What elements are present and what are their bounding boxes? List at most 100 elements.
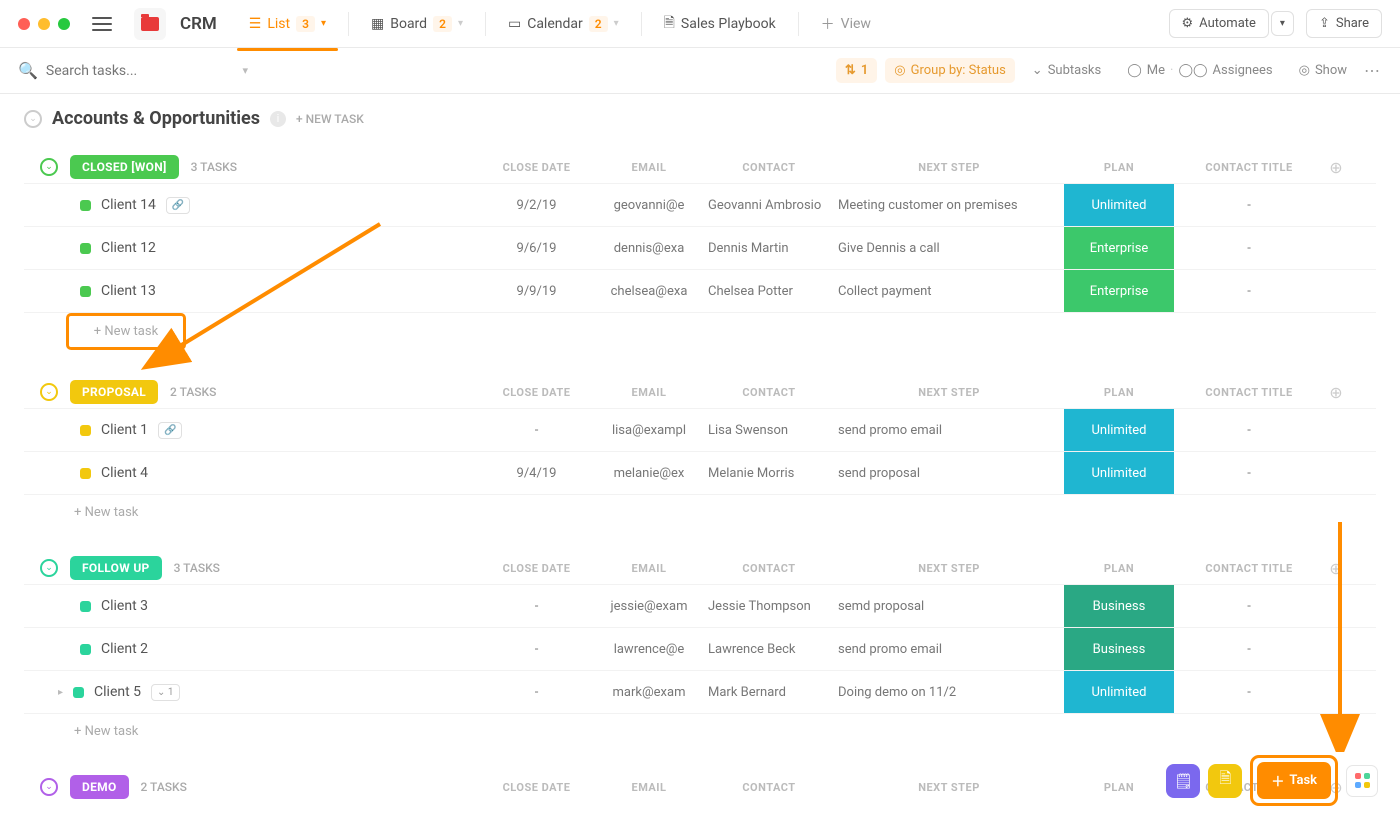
column-header[interactable]: CONTACT TITLE <box>1174 161 1324 174</box>
column-header[interactable]: EMAIL <box>594 781 704 794</box>
create-task-button[interactable]: ＋ Task <box>1257 762 1331 799</box>
cell-contact-title[interactable]: - <box>1174 599 1324 614</box>
new-task-row[interactable]: + New task <box>24 495 1376 526</box>
column-header[interactable]: CONTACT <box>704 562 834 575</box>
plan-tag[interactable]: Unlimited <box>1064 671 1174 713</box>
groupby-button[interactable]: ◎ Group by: Status <box>885 58 1015 83</box>
add-view[interactable]: ＋ View <box>809 6 883 42</box>
subtask-pill[interactable]: ⌄ 1 <box>151 684 179 701</box>
cell-email[interactable]: lisa@exampl <box>594 423 704 438</box>
column-header[interactable]: EMAIL <box>594 562 704 575</box>
workspace-icon[interactable] <box>134 8 166 40</box>
status-pill[interactable]: PROPOSAL <box>70 380 158 404</box>
column-header[interactable]: PLAN <box>1064 386 1174 399</box>
add-column-button[interactable]: ⊕ <box>1324 559 1348 578</box>
cell-contact[interactable]: Mark Bernard <box>704 685 834 700</box>
cell-contact-title[interactable]: - <box>1174 466 1324 481</box>
collapse-icon[interactable]: ⌄ <box>24 110 42 128</box>
cell-next[interactable]: send promo email <box>834 642 1064 657</box>
column-header[interactable]: NEXT STEP <box>834 161 1064 174</box>
cell-close[interactable]: - <box>479 423 594 438</box>
cell-contact-title[interactable]: - <box>1174 241 1324 256</box>
column-header[interactable]: PLAN <box>1064 781 1174 794</box>
me-button[interactable]: ◯ Me · ◯◯ Assignees <box>1118 58 1281 83</box>
cell-close[interactable]: - <box>479 685 594 700</box>
column-header[interactable]: CONTACT TITLE <box>1174 386 1324 399</box>
column-header[interactable]: CLOSE DATE <box>479 781 594 794</box>
cell-contact[interactable]: Lisa Swenson <box>704 423 834 438</box>
cell-email[interactable]: lawrence@e <box>594 642 704 657</box>
cell-close[interactable]: - <box>479 642 594 657</box>
new-task-row[interactable]: + New task <box>24 714 1376 745</box>
plan-tag[interactable]: Unlimited <box>1064 452 1174 494</box>
clip-button[interactable]: 🗎 <box>1208 764 1242 798</box>
table-row[interactable]: Client 2 -lawrence@eLawrence Becksend pr… <box>24 628 1376 671</box>
search-field[interactable]: 🔍 ▾ <box>18 61 248 80</box>
table-row[interactable]: Client 3 -jessie@examJessie Thompsonsemd… <box>24 584 1376 628</box>
show-button[interactable]: ◎ Show <box>1290 58 1356 83</box>
table-row[interactable]: ▸ Client 5 ⌄ 1-mark@examMark BernardDoin… <box>24 671 1376 714</box>
apps-button[interactable] <box>1346 765 1378 797</box>
info-icon[interactable]: i <box>270 111 286 127</box>
status-pill[interactable]: DEMO <box>70 775 129 799</box>
status-pill[interactable]: CLOSED [WON] <box>70 155 179 179</box>
cell-close[interactable]: 9/9/19 <box>479 284 594 299</box>
column-header[interactable]: CLOSE DATE <box>479 562 594 575</box>
new-task-section[interactable]: + NEW TASK <box>296 112 364 126</box>
column-header[interactable]: NEXT STEP <box>834 781 1064 794</box>
collapse-group-icon[interactable]: ⌄ <box>40 158 58 176</box>
menu-icon[interactable] <box>92 17 112 31</box>
tab-doc[interactable]: 🗎 Sales Playbook <box>652 4 788 44</box>
column-header[interactable]: CONTACT <box>704 161 834 174</box>
column-header[interactable]: PLAN <box>1064 562 1174 575</box>
cell-contact[interactable]: Dennis Martin <box>704 241 834 256</box>
cell-contact[interactable]: Melanie Morris <box>704 466 834 481</box>
subtasks-button[interactable]: ⌄ Subtasks <box>1023 58 1110 83</box>
link-icon[interactable]: 🔗 <box>166 197 190 214</box>
cell-next[interactable]: Give Dennis a call <box>834 241 1064 256</box>
link-icon[interactable]: 🔗 <box>158 422 182 439</box>
column-header[interactable]: CLOSE DATE <box>479 386 594 399</box>
plan-tag[interactable]: Enterprise <box>1064 270 1174 312</box>
close-window-icon[interactable] <box>18 18 30 30</box>
status-pill[interactable]: FOLLOW UP <box>70 556 162 580</box>
collapse-group-icon[interactable]: ⌄ <box>40 383 58 401</box>
cell-contact-title[interactable]: - <box>1174 198 1324 213</box>
cell-close[interactable]: 9/6/19 <box>479 241 594 256</box>
column-header[interactable]: PLAN <box>1064 161 1174 174</box>
cell-next[interactable]: send proposal <box>834 466 1064 481</box>
add-column-button[interactable]: ⊕ <box>1324 158 1348 177</box>
add-column-button[interactable]: ⊕ <box>1324 383 1348 402</box>
column-header[interactable]: EMAIL <box>594 386 704 399</box>
cell-next[interactable]: Collect payment <box>834 284 1064 299</box>
search-input[interactable] <box>46 63 235 79</box>
minimize-window-icon[interactable] <box>38 18 50 30</box>
column-header[interactable]: NEXT STEP <box>834 562 1064 575</box>
collapse-group-icon[interactable]: ⌄ <box>40 559 58 577</box>
filter-button[interactable]: ⇅ 1 <box>836 58 877 83</box>
cell-email[interactable]: mark@exam <box>594 685 704 700</box>
column-header[interactable]: CLOSE DATE <box>479 161 594 174</box>
cell-next[interactable]: Meeting customer on premises <box>834 198 1064 213</box>
new-task-row[interactable]: + New task <box>66 313 186 350</box>
share-button[interactable]: ⇪ Share <box>1306 9 1382 38</box>
cell-email[interactable]: jessie@exam <box>594 599 704 614</box>
table-row[interactable]: Client 14 🔗 9/2/19geovanni@eGeovanni Amb… <box>24 183 1376 227</box>
plan-tag[interactable]: Unlimited <box>1064 409 1174 451</box>
cell-email[interactable]: geovanni@e <box>594 198 704 213</box>
table-row[interactable]: Client 1 🔗 -lisa@examplLisa Swensonsend … <box>24 408 1376 452</box>
tab-calendar[interactable]: ▭ Calendar 2 ▾ <box>496 8 631 40</box>
cell-contact-title[interactable]: - <box>1174 423 1324 438</box>
plan-tag[interactable]: Enterprise <box>1064 227 1174 269</box>
table-row[interactable]: Client 13 9/9/19chelsea@exaChelsea Potte… <box>24 270 1376 313</box>
plan-tag[interactable]: Unlimited <box>1064 184 1174 226</box>
column-header[interactable]: CONTACT <box>704 386 834 399</box>
column-header[interactable]: NEXT STEP <box>834 386 1064 399</box>
table-row[interactable]: Client 12 9/6/19dennis@exaDennis MartinG… <box>24 227 1376 270</box>
cell-contact[interactable]: Lawrence Beck <box>704 642 834 657</box>
cell-email[interactable]: dennis@exa <box>594 241 704 256</box>
cell-contact[interactable]: Jessie Thompson <box>704 599 834 614</box>
cell-contact-title[interactable]: - <box>1174 284 1324 299</box>
cell-contact-title[interactable]: - <box>1174 642 1324 657</box>
more-menu[interactable]: ⋯ <box>1364 61 1382 80</box>
